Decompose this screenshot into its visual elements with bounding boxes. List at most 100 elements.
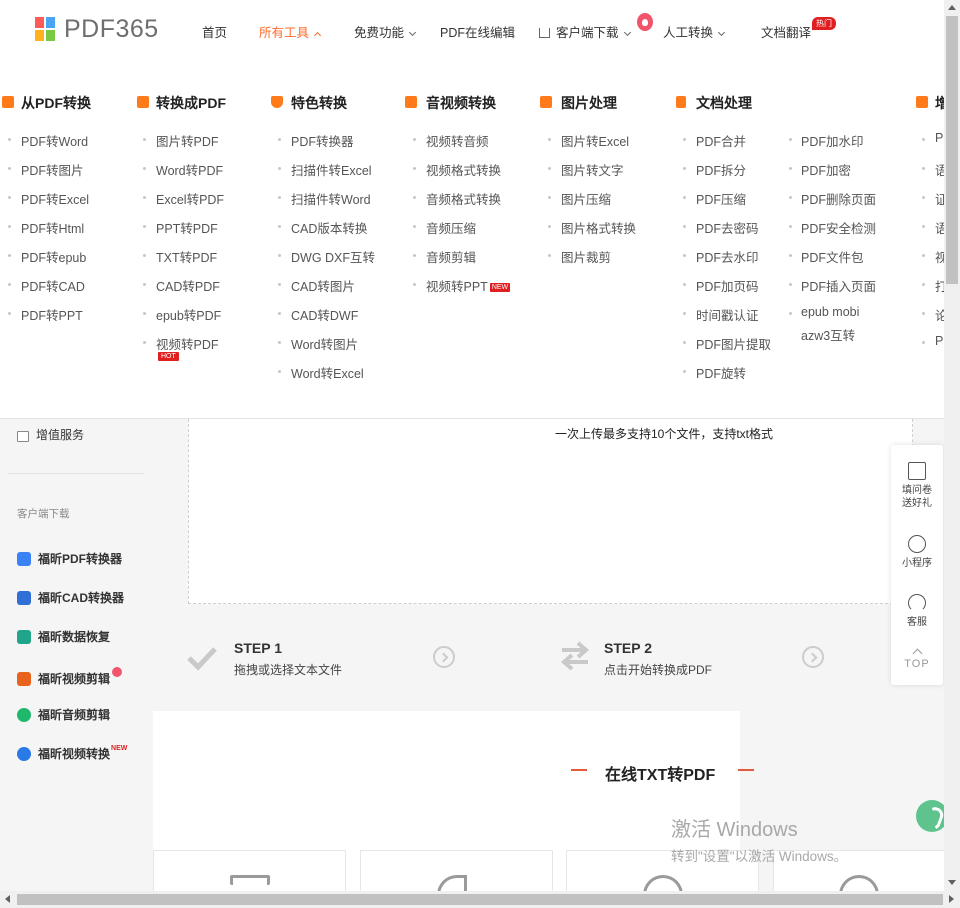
menu-item[interactable]: 论	[935, 305, 944, 324]
menu-item[interactable]: 图片转Excel	[561, 131, 629, 150]
app-audio-editor[interactable]: 福昕音频剪辑	[17, 706, 110, 723]
menu-item[interactable]: 时间戳认证	[696, 305, 759, 324]
app-video-editor[interactable]: 福昕视频剪辑	[17, 667, 123, 687]
menu-item[interactable]: PDF安全检测	[801, 218, 876, 237]
menu-item[interactable]: 打	[935, 276, 944, 295]
scroll-right-arrow[interactable]	[949, 895, 954, 903]
menu-item[interactable]: 图片转PDF	[156, 131, 219, 150]
bullet-dot	[278, 312, 281, 315]
menu-item[interactable]: PDF转PPT	[21, 305, 83, 324]
menu-item[interactable]: PDF文件包	[801, 247, 864, 266]
menu-item[interactable]: 图片格式转换	[561, 218, 636, 237]
menu-item[interactable]: CAD转PDF	[156, 276, 220, 295]
menu-item[interactable]: 视频转音频	[426, 131, 489, 150]
menu-item[interactable]: PDF转Word	[21, 131, 88, 150]
scroll-left-arrow[interactable]	[5, 895, 10, 903]
menu-item[interactable]: 扫描件转Word	[291, 189, 371, 208]
feature-card[interactable]	[153, 850, 346, 891]
nav-all-tools[interactable]: 所有工具	[259, 22, 322, 41]
upload-dropzone[interactable]: 一次上传最多支持10个文件，支持txt格式	[188, 419, 913, 604]
menu-item[interactable]: azw3互转	[801, 325, 855, 344]
menu-item[interactable]: 图片转文字	[561, 160, 624, 179]
menu-item[interactable]: 图片压缩	[561, 189, 611, 208]
menu-item[interactable]: PDF删除页面	[801, 189, 876, 208]
menu-item[interactable]: 音频剪辑	[426, 247, 476, 266]
vertical-scroll-thumb[interactable]	[946, 16, 958, 284]
menu-item-label: PDF转CAD	[21, 280, 85, 294]
menu-item[interactable]: PDF图片提取	[696, 334, 771, 353]
menu-item[interactable]: P	[935, 131, 943, 145]
menu-item[interactable]: PPT转PDF	[156, 218, 218, 237]
menu-item[interactable]: PDF加密	[801, 160, 851, 179]
menu-item-label: azw3互转	[801, 329, 856, 343]
menu-item[interactable]: PDF转CAD	[21, 276, 85, 295]
menu-item-label: 图片格式转换	[561, 222, 637, 236]
app-video-converter[interactable]: 福昕视频转换NEW	[17, 745, 127, 762]
menu-item[interactable]: PDF拆分	[696, 160, 746, 179]
menu-item-label: PDF转Word	[21, 135, 89, 149]
menu-item[interactable]: PDF去密码	[696, 218, 759, 237]
app-data-recovery[interactable]: 福昕数据恢复	[17, 628, 110, 645]
menu-item[interactable]: PDF插入页面	[801, 276, 876, 295]
app-pdf-converter[interactable]: 福昕PDF转换器	[17, 550, 122, 567]
menu-item[interactable]: 视	[935, 247, 944, 266]
menu-item[interactable]: CAD版本转换	[291, 218, 367, 237]
menu-item[interactable]: CAD转DWF	[291, 305, 358, 324]
menu-item[interactable]: 图片裁剪	[561, 247, 611, 266]
menu-item[interactable]: epub mobi	[801, 305, 859, 319]
menu-item[interactable]: Word转PDF	[156, 160, 223, 179]
feature-card[interactable]	[360, 850, 553, 895]
horizontal-scroll-thumb[interactable]	[17, 894, 943, 905]
menu-item[interactable]: epub转PDF	[156, 305, 221, 324]
bullet-dot	[278, 283, 281, 286]
logo-text[interactable]: PDF365	[64, 15, 159, 44]
app-cad-converter[interactable]: 福昕CAD转换器	[17, 589, 124, 606]
menu-item[interactable]: PDF转epub	[21, 247, 86, 266]
nav-client-download[interactable]: 客户端下载	[539, 22, 631, 41]
menu-item[interactable]: Word转图片	[291, 334, 358, 353]
back-to-top-button[interactable]: TOP	[891, 648, 943, 670]
scroll-up-arrow[interactable]	[948, 5, 956, 10]
menu-item[interactable]: 视频转PPT NEW	[426, 276, 511, 295]
menu-item[interactable]: 视频转PDF	[156, 334, 219, 353]
menu-item[interactable]: PDF转Excel	[21, 189, 89, 208]
menu-item[interactable]: Excel转PDF	[156, 189, 224, 208]
menu-item[interactable]: DWG DXF互转	[291, 247, 375, 266]
menu-icon	[916, 96, 928, 108]
menu-item[interactable]: 证	[935, 189, 944, 208]
menu-item[interactable]: 语	[935, 160, 944, 179]
nav-manual-convert[interactable]: 人工转换	[663, 22, 726, 41]
nav-doc-translate[interactable]: 文档翻译	[761, 22, 811, 41]
horizontal-scrollbar[interactable]	[0, 891, 960, 908]
menu-item[interactable]: PDF压缩	[696, 189, 746, 208]
menu-item[interactable]: 视频格式转换	[426, 160, 501, 179]
survey-gift-button[interactable]: 填问卷 送好礼	[891, 462, 943, 510]
nav-pdf-online-edit[interactable]: PDF在线编辑	[440, 22, 515, 41]
menu-item[interactable]: P	[935, 334, 943, 348]
menu-item[interactable]: PDF加页码	[696, 276, 759, 295]
menu-item[interactable]: Word转Excel	[291, 363, 364, 382]
menu-item[interactable]: 音频压缩	[426, 218, 476, 237]
bullet-dot	[683, 254, 686, 257]
nav-free-features[interactable]: 免费功能	[354, 22, 417, 41]
menu-item[interactable]: PDF转图片	[21, 160, 84, 179]
nav-home[interactable]: 首页	[202, 22, 227, 41]
customer-service-button[interactable]: 客服	[891, 594, 943, 629]
mini-program-button[interactable]: 小程序	[891, 535, 943, 570]
menu-item[interactable]: TXT转PDF	[156, 247, 217, 266]
menu-item-label: Word转图片	[291, 338, 359, 352]
menu-item[interactable]: 扫描件转Excel	[291, 160, 372, 179]
menu-item[interactable]: PDF转换器	[291, 131, 354, 150]
scroll-down-arrow[interactable]	[948, 880, 956, 885]
menu-item[interactable]: PDF转Html	[21, 218, 84, 237]
menu-item[interactable]: 音频格式转换	[426, 189, 501, 208]
menu-item[interactable]: 语	[935, 218, 944, 237]
menu-item[interactable]: PDF旋转	[696, 363, 746, 382]
pdf365-logo[interactable]	[35, 17, 55, 41]
menu-item[interactable]: PDF去水印	[696, 247, 759, 266]
vertical-scrollbar[interactable]	[944, 0, 960, 891]
menu-item[interactable]: PDF合并	[696, 131, 746, 150]
value-added-service[interactable]: 增值服务	[17, 426, 84, 443]
menu-item[interactable]: PDF加水印	[801, 131, 864, 150]
menu-item[interactable]: CAD转图片	[291, 276, 355, 295]
